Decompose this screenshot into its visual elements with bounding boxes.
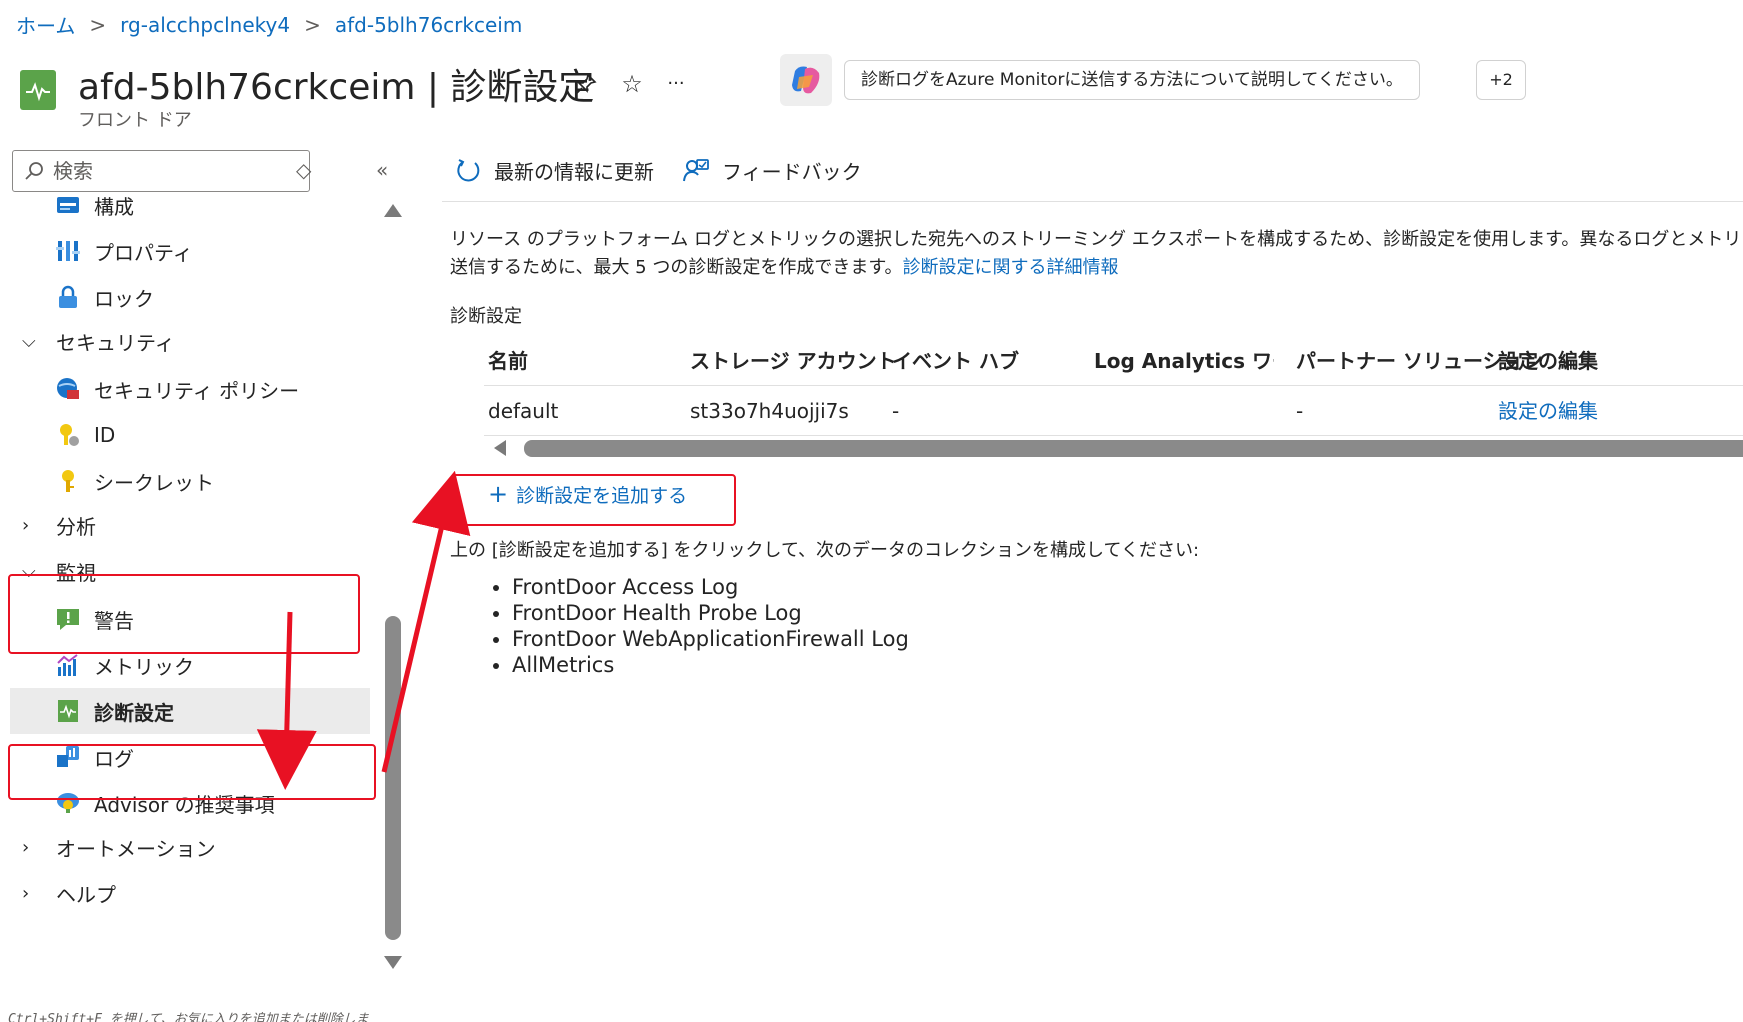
arrow-down [256, 611, 317, 790]
annotation-arrows [256, 470, 471, 790]
arrow-up [381, 470, 471, 773]
